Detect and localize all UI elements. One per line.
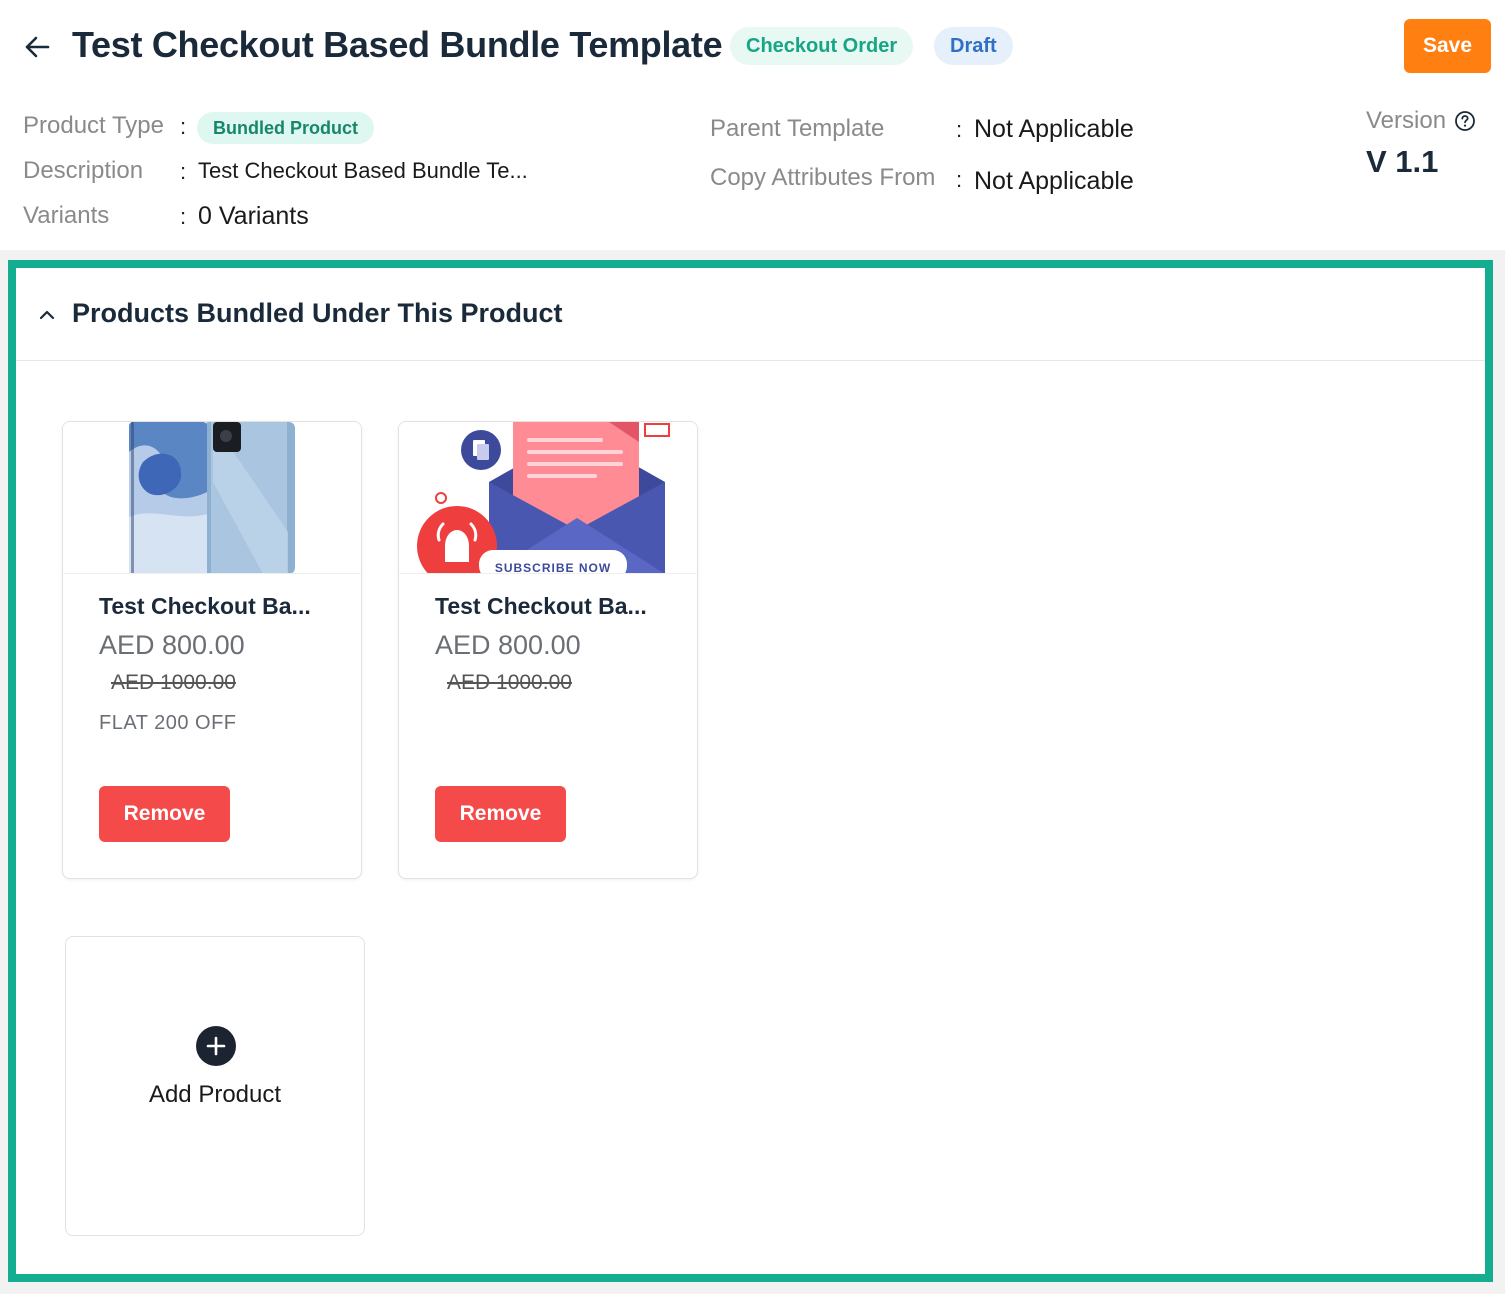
product-image-phone: [63, 422, 361, 574]
parent-template-label: Parent Template: [710, 115, 885, 142]
subscribe-image-text: SUBSCRIBE NOW: [495, 561, 611, 574]
product-original-price: AED 1000.00: [111, 671, 236, 694]
page-title: Test Checkout Based Bundle Template: [72, 24, 723, 65]
parent-template-colon: :: [956, 117, 963, 142]
product-original-price: AED 1000.00: [447, 671, 572, 694]
copy-attributes-colon: :: [956, 167, 963, 192]
copy-attributes-label: Copy Attributes From: [710, 164, 936, 191]
checkout-order-badge: Checkout Order: [730, 27, 914, 65]
chevron-up-icon: [39, 310, 55, 320]
product-type-badge: Bundled Product: [197, 112, 374, 144]
description-label: Description: [23, 157, 144, 184]
variants-value: 0 Variants: [198, 202, 309, 230]
panel-header: Products Bundled Under This Product: [16, 268, 1485, 361]
help-circle-icon[interactable]: [1454, 110, 1476, 132]
copy-attributes-value: Not Applicable: [974, 167, 1134, 195]
save-button[interactable]: Save: [1404, 19, 1491, 73]
description-value: Test Checkout Based Bundle Te...: [198, 158, 528, 183]
back-arrow-icon: [25, 36, 50, 58]
version-label-text: Version: [1366, 107, 1447, 134]
product-name: Test Checkout Ba...: [99, 593, 311, 619]
variants-colon: :: [180, 204, 187, 229]
parent-template-value: Not Applicable: [974, 115, 1134, 143]
product-price: AED 800.00: [99, 630, 245, 660]
product-type-colon: :: [180, 114, 187, 139]
remove-button[interactable]: Remove: [99, 786, 230, 842]
variants-label: Variants: [23, 202, 110, 229]
plus-icon: [196, 1026, 236, 1066]
page-header: Test Checkout Based Bundle Template Chec…: [0, 0, 1505, 250]
version-label: Version: [1366, 107, 1476, 135]
product-name: Test Checkout Ba...: [435, 593, 647, 619]
panel-title: Products Bundled Under This Product: [72, 298, 563, 328]
collapse-button[interactable]: [36, 304, 58, 326]
bundled-products-panel: Products Bundled Under This Product Test…: [8, 260, 1493, 1282]
back-button[interactable]: [20, 30, 54, 64]
product-card[interactable]: Test Checkout Ba... AED 800.00 AED 1000.…: [62, 421, 362, 879]
add-product-card[interactable]: Add Product: [65, 936, 365, 1236]
status-badge: Draft: [934, 27, 1013, 65]
description-colon: :: [180, 159, 187, 184]
product-image-subscribe: SUBSCRIBE NOW: [399, 422, 697, 574]
version-value: V 1.1: [1366, 144, 1439, 179]
product-type-label: Product Type: [23, 112, 164, 139]
product-offer: FLAT 200 OFF: [99, 712, 237, 734]
product-card[interactable]: SUBSCRIBE NOW Test Checkout Ba... AED 80…: [398, 421, 698, 879]
product-price: AED 800.00: [435, 630, 581, 660]
remove-button[interactable]: Remove: [435, 786, 566, 842]
add-product-label: Add Product: [148, 1081, 282, 1108]
